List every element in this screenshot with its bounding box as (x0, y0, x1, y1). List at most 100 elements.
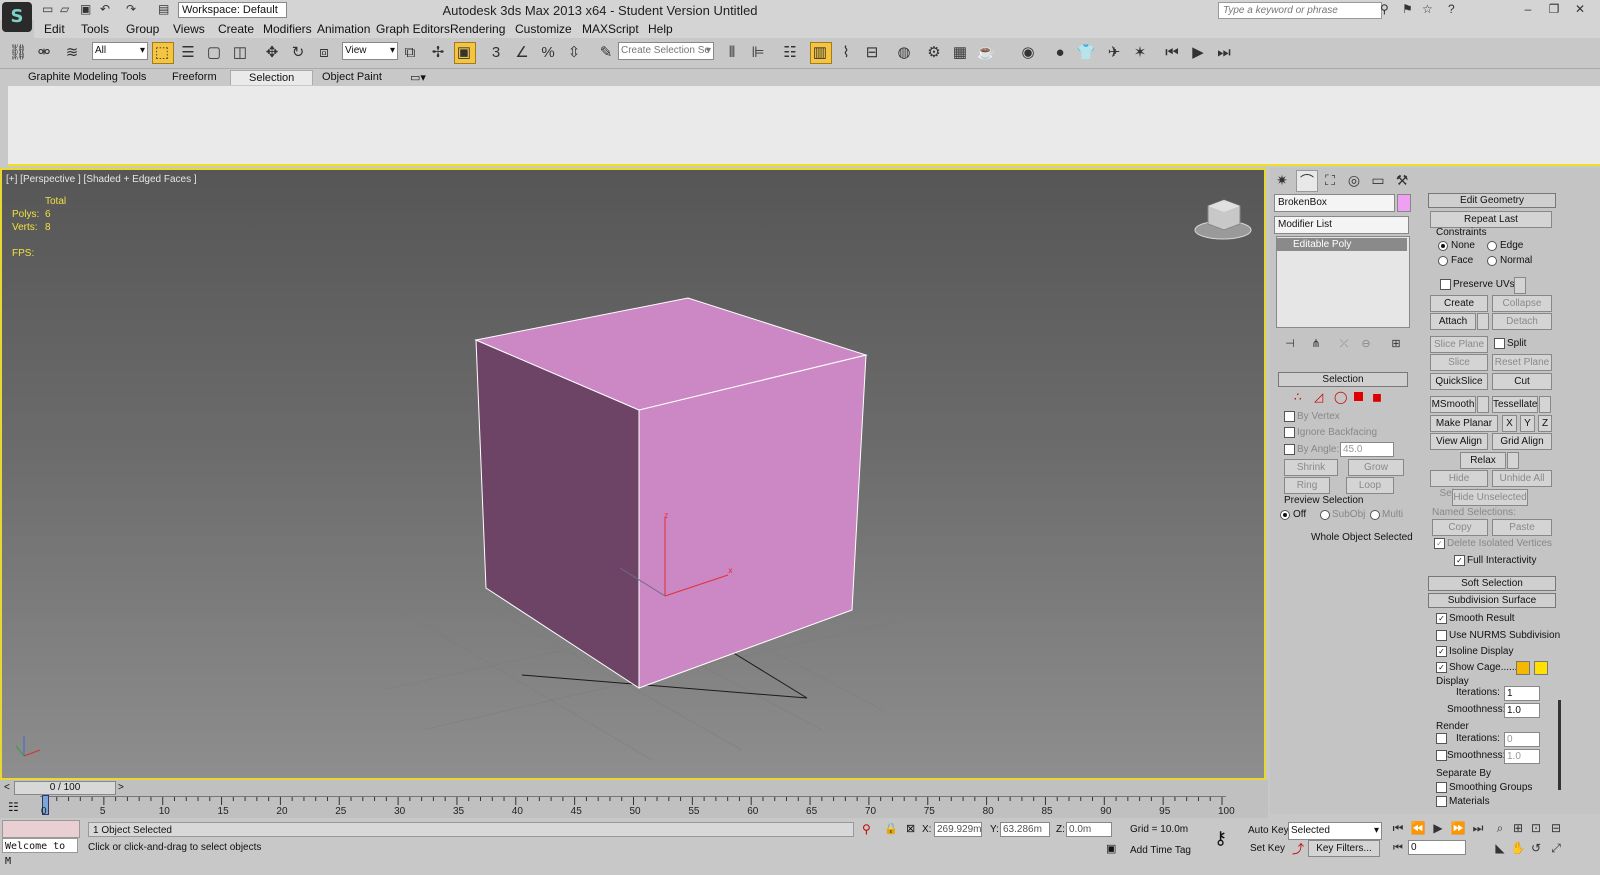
msmooth-button[interactable]: MSmooth (1430, 396, 1476, 413)
rectangular-selection-icon[interactable]: ▢ (204, 43, 224, 63)
menu-maxscript[interactable]: MAXScript (582, 22, 639, 36)
zoom-all-icon[interactable]: ⊞ (1508, 818, 1528, 838)
preview-off-radio[interactable] (1280, 510, 1290, 520)
repeat-last-button[interactable]: Repeat Last (1430, 211, 1552, 228)
tessellate-button[interactable]: Tessellate (1492, 396, 1538, 413)
collapse-button[interactable]: Collapse (1492, 295, 1552, 312)
by-vertex-checkbox[interactable] (1284, 411, 1295, 422)
orbit-icon[interactable]: ↺ (1526, 838, 1546, 858)
constraint-face-radio[interactable] (1438, 256, 1448, 266)
delete-isolated-vertices-checkbox[interactable]: ✓ (1434, 538, 1445, 549)
menu-graph-editors[interactable]: Graph Editors (376, 22, 450, 36)
preview-subobj-radio[interactable] (1320, 510, 1330, 520)
edge-mode-icon[interactable]: ◿ (1314, 390, 1323, 404)
use-nurms-checkbox[interactable] (1436, 630, 1447, 641)
ribbon-options-icon[interactable]: ▭▾ (410, 71, 426, 84)
maxscript-listener-mini[interactable] (2, 820, 80, 838)
layer-manager-icon[interactable]: ☷ (780, 43, 800, 63)
move-icon[interactable]: ✥ (262, 43, 282, 63)
go-to-end-icon[interactable]: ⏭ (1468, 818, 1488, 838)
time-slider[interactable]: 0 / 100 (14, 781, 116, 795)
zoom-extents-all-icon[interactable]: ⊟ (1546, 818, 1566, 838)
polygon-mode-icon[interactable] (1354, 392, 1363, 401)
mirror-icon[interactable]: ⫴ (722, 43, 742, 63)
zoom-icon[interactable]: ⌕ (1490, 818, 1510, 838)
msmooth-settings-button[interactable] (1477, 396, 1489, 413)
playback-icon[interactable]: ▶ (1188, 43, 1208, 63)
absolute-transform-icon[interactable]: ⊠ (906, 822, 915, 835)
maximize-viewport-icon[interactable]: ⤢ (1546, 838, 1566, 858)
cage-color-swatch[interactable] (1516, 661, 1530, 675)
relax-button[interactable]: Relax (1460, 452, 1506, 469)
motion-panel-icon[interactable]: ◎ (1344, 170, 1364, 190)
pan-icon[interactable]: ✋ (1508, 838, 1528, 858)
slice-plane-button[interactable]: Slice Plane (1430, 336, 1488, 353)
subdivision-surface-rollout-header[interactable]: Subdivision Surface (1428, 593, 1556, 608)
render-production-icon[interactable]: ☕ (976, 43, 996, 63)
element-mode-icon[interactable]: ◼ (1372, 390, 1382, 404)
configure-sets-icon[interactable]: ⊞ (1386, 334, 1406, 354)
by-angle-checkbox[interactable] (1284, 444, 1295, 455)
edit-geometry-rollout-header[interactable]: Edit Geometry (1428, 193, 1556, 208)
vertex-mode-icon[interactable]: ∴ (1294, 390, 1302, 404)
viewport-label[interactable]: [+] [Perspective ] [Shaded + Edged Faces… (6, 174, 197, 185)
menu-customize[interactable]: Customize (515, 22, 572, 36)
scale-icon[interactable]: ⧈ (314, 43, 334, 63)
preserve-uvs-settings-button[interactable] (1514, 277, 1526, 294)
angle-spinner[interactable]: 45.0 (1340, 442, 1394, 457)
select-manipulate-icon[interactable]: ✢ (428, 43, 448, 63)
unlink-icon[interactable]: ⚮ (34, 43, 54, 63)
rendered-frame-window-icon[interactable]: ▦ (950, 43, 970, 63)
reference-coordinate-dropdown[interactable]: View (342, 42, 398, 60)
unhide-all-button[interactable]: Unhide All (1492, 470, 1552, 487)
edit-named-selection-icon[interactable]: ✎ (596, 43, 616, 63)
track-bar-toggle-icon[interactable]: ☷ (8, 800, 19, 814)
split-checkbox[interactable] (1494, 338, 1505, 349)
selection-lock-icon[interactable]: 🔒 (884, 822, 898, 835)
restore-icon[interactable]: ❐ (1544, 2, 1564, 16)
zoom-extents-icon[interactable]: ⊡ (1526, 818, 1546, 838)
constraint-none-radio[interactable] (1438, 241, 1448, 251)
pivot-center-icon[interactable]: ⧉ (400, 43, 420, 63)
align-icon[interactable]: ⊫ (748, 43, 768, 63)
relax-settings-button[interactable] (1507, 452, 1519, 469)
tab-graphite-modeling-tools[interactable]: Graphite Modeling Tools (28, 71, 146, 83)
tab-freeform[interactable]: Freeform (172, 71, 217, 83)
utilities-panel-icon[interactable]: ⚒ (1392, 170, 1412, 190)
create-panel-icon[interactable]: ✷ (1272, 170, 1292, 190)
cut-button[interactable]: Cut (1492, 373, 1552, 390)
constraint-normal-radio[interactable] (1487, 256, 1497, 266)
cage-selection-color-swatch[interactable] (1534, 661, 1548, 675)
materials-checkbox[interactable] (1436, 796, 1447, 807)
menu-animation[interactable]: Animation (317, 22, 370, 36)
bind-space-warp-icon[interactable]: ≋ (62, 43, 82, 63)
time-slider-next-icon[interactable]: > (118, 782, 124, 793)
key-mode-toggle-icon[interactable]: ⏮ (1388, 838, 1408, 858)
menu-edit[interactable]: Edit (44, 22, 65, 36)
box-right-face[interactable] (638, 354, 867, 689)
perspective-viewport[interactable]: z x (0, 168, 1266, 780)
loop-button[interactable]: Loop (1346, 477, 1394, 494)
tab-object-paint[interactable]: Object Paint (322, 71, 382, 83)
menu-modifiers[interactable]: Modifiers (263, 22, 312, 36)
smoothness-spinner[interactable]: 1.0 (1504, 703, 1540, 718)
next-frame-icon[interactable]: ⏩ (1448, 818, 1468, 838)
show-cage-checkbox[interactable]: ✓ (1436, 662, 1447, 673)
grid-align-button[interactable]: Grid Align (1492, 433, 1552, 450)
current-frame-field[interactable]: 0 (1408, 840, 1466, 855)
border-mode-icon[interactable]: ◯ (1334, 390, 1347, 404)
key-mode-dropdown[interactable]: Selected (1288, 822, 1382, 840)
selection-filter-dropdown[interactable]: All (92, 42, 148, 60)
playback-start-icon[interactable]: ⏮ (1162, 43, 1182, 63)
close-icon[interactable]: ✕ (1570, 2, 1590, 16)
make-unique-icon[interactable]: ⤫ (1334, 334, 1354, 354)
hide-selected-button[interactable]: Hide Selected (1430, 470, 1488, 499)
percent-snap-icon[interactable]: % (538, 43, 558, 63)
display-panel-icon[interactable]: ▭ (1368, 170, 1388, 190)
hierarchy-panel-icon[interactable]: ⛶ (1320, 170, 1340, 190)
planar-z-button[interactable]: Z (1538, 415, 1552, 432)
planar-y-button[interactable]: Y (1520, 415, 1535, 432)
make-planar-button[interactable]: Make Planar (1430, 415, 1498, 432)
help-search-input[interactable]: Type a keyword or phrase (1218, 2, 1382, 19)
maxscript-input[interactable]: Welcome to M (2, 838, 78, 867)
